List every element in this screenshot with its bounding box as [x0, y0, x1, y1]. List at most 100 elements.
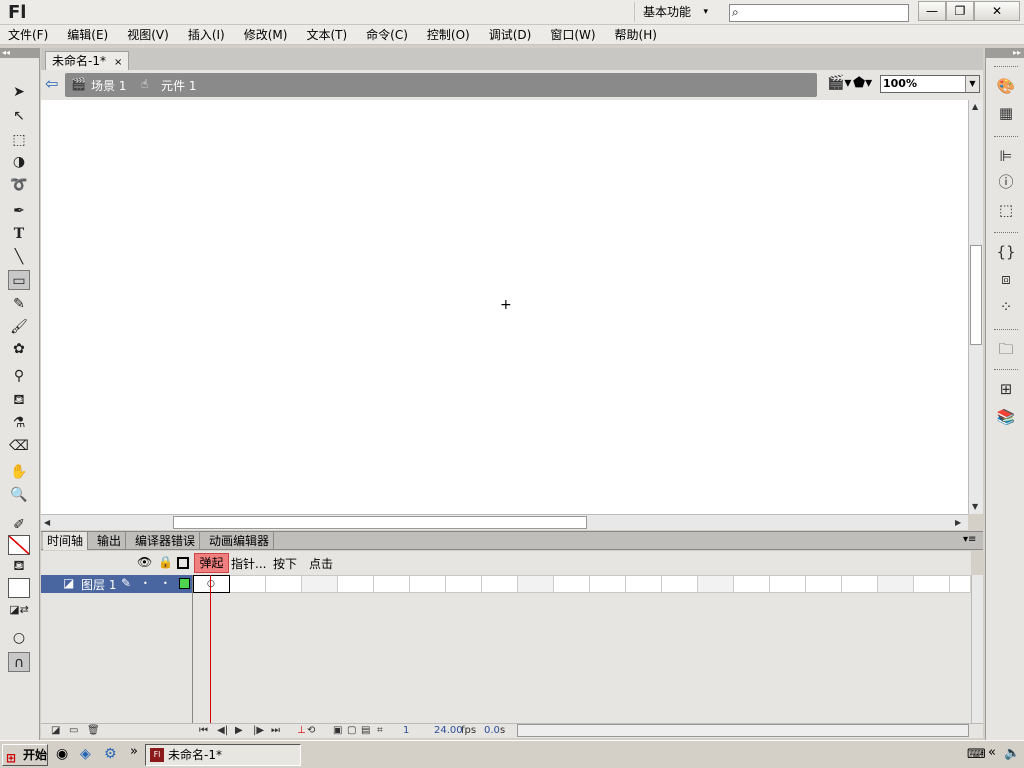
chevron-down-icon[interactable]: ▼: [965, 76, 979, 92]
modify-onion-markers-icon[interactable]: ⌗: [377, 725, 383, 736]
edit-symbols-icon[interactable]: ⬟▾: [853, 75, 872, 91]
stage-vertical-scrollbar[interactable]: ▲ ▼: [968, 100, 983, 514]
tray-collapse-icon[interactable]: «: [988, 745, 996, 760]
zoom-tool-icon[interactable]: 🔍: [8, 485, 30, 505]
panel-group-grip[interactable]: [994, 369, 1018, 373]
step-forward-icon[interactable]: |▶: [253, 725, 264, 736]
menu-window[interactable]: 窗口(W): [550, 26, 595, 43]
text-tool-icon[interactable]: T: [8, 224, 30, 244]
keyframe-1[interactable]: ○: [193, 575, 230, 593]
breadcrumb-scene[interactable]: 场景 1: [91, 77, 126, 94]
lasso-tool-icon[interactable]: ➰: [8, 175, 30, 195]
menu-file[interactable]: 文件(F): [8, 26, 48, 43]
scroll-up-icon[interactable]: ▲: [972, 102, 978, 111]
panel-group-grip[interactable]: [994, 329, 1018, 333]
go-last-frame-icon[interactable]: ⏭: [271, 725, 280, 736]
library-panel-icon[interactable]: 📚: [995, 407, 1017, 427]
frame-cell[interactable]: [734, 576, 770, 592]
subselection-tool-icon[interactable]: ↖: [8, 106, 30, 126]
lock-dot-icon[interactable]: •: [163, 579, 168, 588]
stroke-color-swatch[interactable]: [8, 535, 30, 555]
scroll-right-icon[interactable]: ▶: [955, 518, 961, 527]
onion-skin-icon[interactable]: ▣: [333, 725, 342, 736]
layer-row[interactable]: ◪ 图层 1 ✎ • •: [41, 575, 193, 593]
panel-group-grip[interactable]: [994, 136, 1018, 140]
playhead[interactable]: [210, 575, 211, 723]
quicklaunch-chevron-icon[interactable]: »: [130, 744, 138, 759]
object-drawing-icon[interactable]: ○: [8, 628, 30, 648]
frame-cell[interactable]: [554, 576, 590, 592]
frame-label-up[interactable]: 弹起: [194, 553, 229, 573]
frame-cell[interactable]: [338, 576, 374, 592]
fill-color-icon[interactable]: ⛾: [8, 556, 30, 576]
search-input[interactable]: [746, 5, 906, 21]
minimize-button[interactable]: —: [918, 1, 946, 21]
step-back-icon[interactable]: ◀|: [217, 725, 228, 736]
frame-cell[interactable]: [590, 576, 626, 592]
swap-colors-icon[interactable]: ◪⇄: [8, 600, 30, 620]
scroll-down-icon[interactable]: ▼: [972, 502, 978, 511]
settings-icon[interactable]: ⚙: [104, 746, 117, 762]
menu-help[interactable]: 帮助(H): [615, 26, 657, 43]
pen-tool-icon[interactable]: ✒: [8, 201, 30, 221]
frame-cell[interactable]: [626, 576, 662, 592]
horizontal-scroll-thumb[interactable]: [173, 516, 587, 529]
frame-cell[interactable]: [842, 576, 878, 592]
pencil-tool-icon[interactable]: ✎: [8, 294, 30, 314]
frame-grid[interactable]: ○: [193, 575, 970, 593]
speaker-icon[interactable]: 🔈: [1004, 746, 1020, 761]
timeline-vertical-scrollbar[interactable]: [971, 575, 983, 723]
frame-cell[interactable]: [878, 576, 914, 592]
outline-icon[interactable]: [177, 557, 189, 569]
frame-label-over[interactable]: 指针...: [231, 555, 266, 572]
frame-cell[interactable]: [446, 576, 482, 592]
paint-bucket-tool-icon[interactable]: ⛾: [8, 390, 30, 410]
lock-icon[interactable]: 🔒: [158, 555, 173, 569]
vertical-scroll-thumb[interactable]: [970, 245, 982, 345]
components-panel-icon[interactable]: ⧈: [995, 269, 1017, 289]
timeline-divider[interactable]: [192, 575, 193, 725]
quicklaunch-app-icon[interactable]: ◈: [80, 746, 91, 762]
brush-tool-icon[interactable]: 🖌: [8, 317, 30, 337]
3d-rotation-tool-icon[interactable]: ◑: [8, 152, 30, 172]
menu-modify[interactable]: 修改(M): [244, 26, 288, 43]
close-button[interactable]: ✕: [974, 1, 1020, 21]
go-first-frame-icon[interactable]: ⏮: [199, 725, 208, 736]
current-frame[interactable]: 1: [403, 725, 409, 736]
center-frame-icon[interactable]: ⊥: [297, 725, 306, 736]
right-dock-header[interactable]: ▸▸: [986, 48, 1024, 58]
visibility-dot-icon[interactable]: •: [143, 579, 148, 588]
workspace-switcher[interactable]: 基本功能: [634, 2, 714, 22]
edit-multiple-frames-icon[interactable]: ▤: [361, 725, 370, 736]
project-panel-icon[interactable]: 🗀: [995, 339, 1017, 359]
frame-cell[interactable]: [410, 576, 446, 592]
frame-cell[interactable]: [662, 576, 698, 592]
frame-cell[interactable]: [230, 576, 266, 592]
delete-layer-icon[interactable]: 🗑: [87, 725, 100, 736]
panel-menu-icon[interactable]: ▾≡: [963, 534, 976, 545]
swatches-panel-icon[interactable]: ▦: [995, 103, 1017, 123]
eraser-tool-icon[interactable]: ⌫: [8, 436, 30, 456]
info-panel-icon[interactable]: ⓘ: [995, 172, 1017, 192]
frame-cell[interactable]: [518, 576, 554, 592]
stroke-color-icon[interactable]: ✐: [8, 515, 30, 535]
media-player-icon[interactable]: ◉: [56, 746, 68, 762]
properties-panel-icon[interactable]: ⊞: [995, 379, 1017, 399]
menu-control[interactable]: 控制(O): [427, 26, 470, 43]
panel-group-grip[interactable]: [994, 232, 1018, 236]
stage-horizontal-scrollbar[interactable]: ◀ ▶: [41, 514, 968, 530]
keyboard-icon[interactable]: ⌨: [967, 747, 986, 762]
selection-tool-icon[interactable]: ➤: [8, 82, 30, 102]
motion-presets-icon[interactable]: ⁘: [995, 297, 1017, 317]
hand-tool-icon[interactable]: ✋: [8, 462, 30, 482]
color-panel-icon[interactable]: 🎨: [995, 76, 1017, 96]
taskbar-window-item[interactable]: Fl 未命名-1*: [145, 744, 301, 766]
frame-cell[interactable]: [374, 576, 410, 592]
back-arrow-icon[interactable]: ⇦: [45, 74, 58, 93]
frame-label-down[interactable]: 按下: [273, 555, 297, 572]
rectangle-tool-icon[interactable]: ▭: [8, 270, 30, 290]
new-folder-icon[interactable]: ▭: [69, 725, 78, 736]
align-panel-icon[interactable]: ⊫: [995, 146, 1017, 166]
zoom-select[interactable]: 100% ▼: [880, 75, 980, 93]
frame-cell[interactable]: [770, 576, 806, 592]
